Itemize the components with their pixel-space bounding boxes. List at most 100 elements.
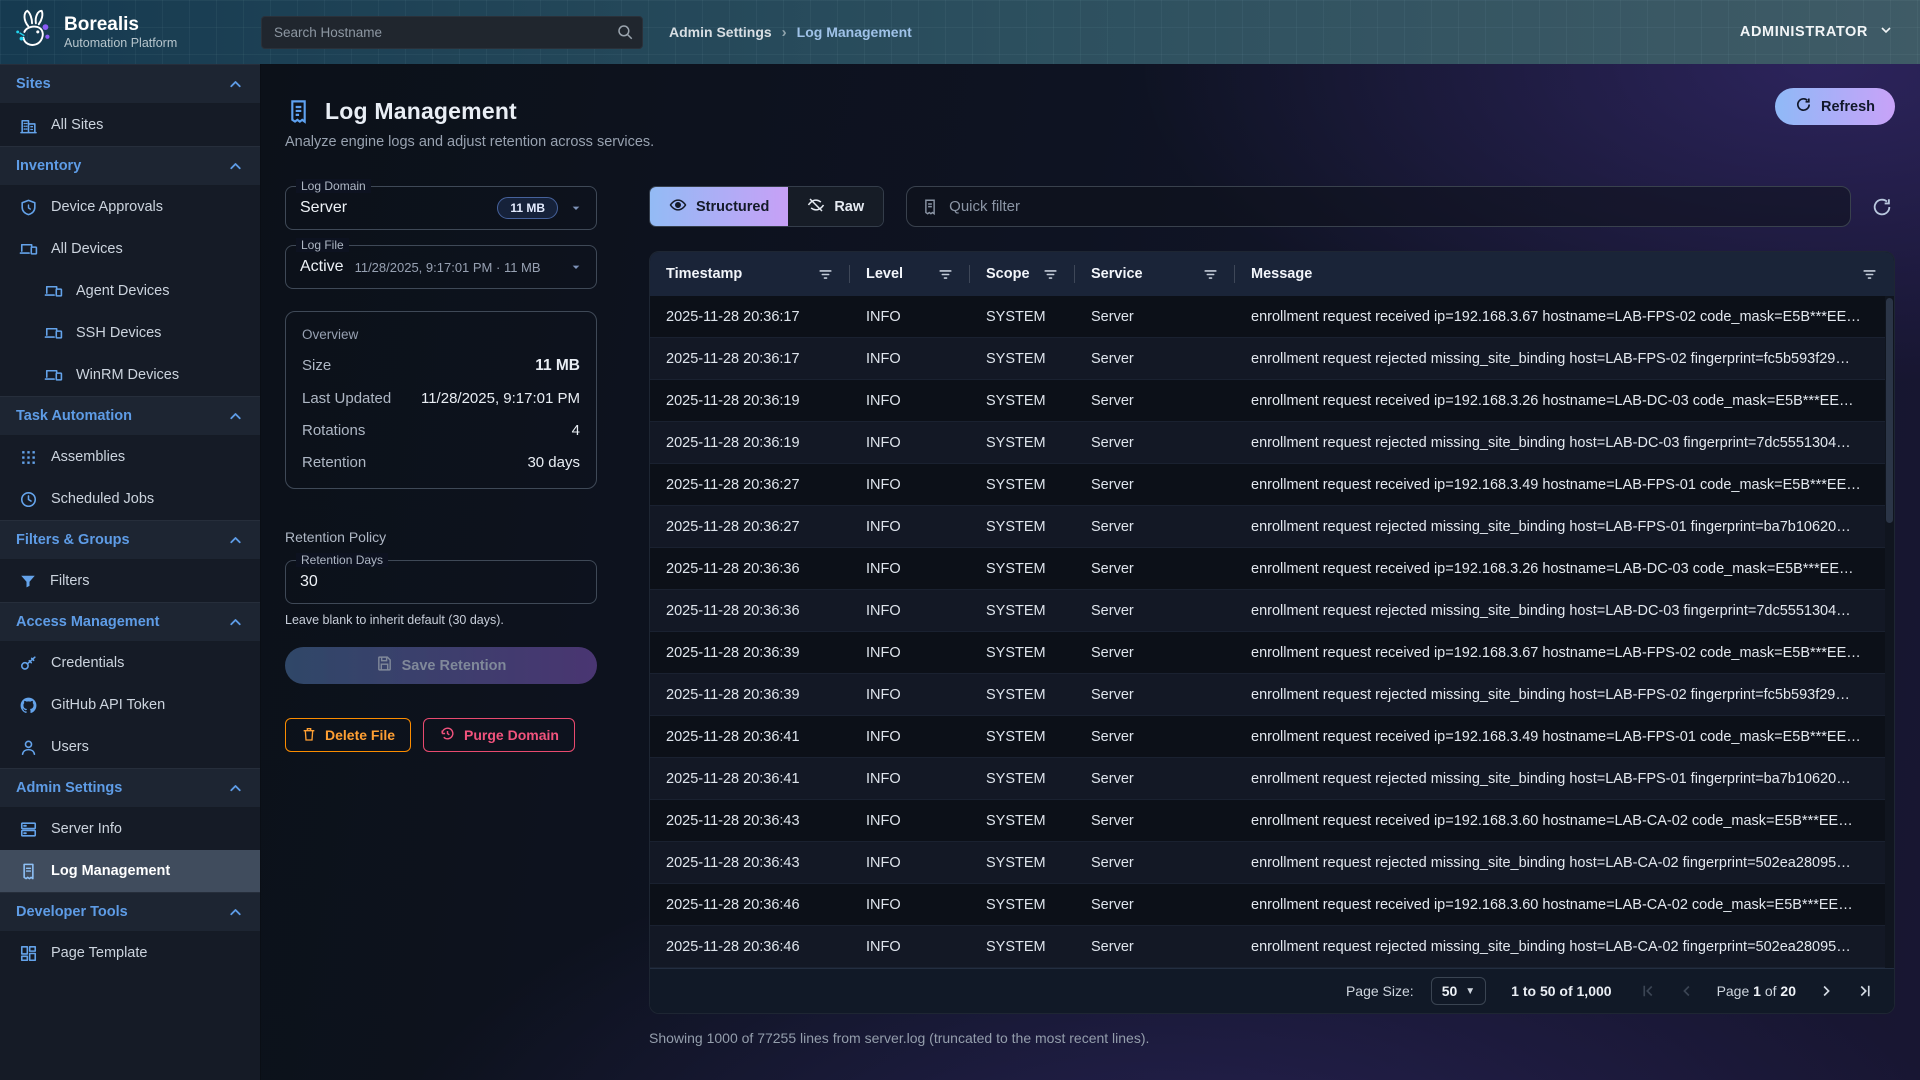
log-row: 2025-11-28 20:36:46 INFO SYSTEM Server e… (650, 926, 1894, 968)
retention-days-field: Retention Days (285, 560, 597, 604)
sidebar-section-access-management[interactable]: Access Management (0, 602, 260, 642)
sidebar-item-log-management[interactable]: Log Management (0, 850, 260, 892)
raw-view-button[interactable]: Raw (788, 187, 883, 226)
sidebar-item-server-info[interactable]: Server Info (0, 808, 260, 850)
log-domain-label: Log Domain (296, 179, 371, 193)
breadcrumb-admin-settings[interactable]: Admin Settings (669, 24, 772, 40)
filter-icon[interactable] (937, 266, 960, 283)
search-input[interactable] (261, 16, 643, 49)
cell-service: Server (1075, 380, 1235, 421)
row-range-text: 1 to 50 of 1,000 (1511, 983, 1611, 999)
borealis-rabbit-logo-icon (10, 7, 56, 58)
sidebar-item-all-devices[interactable]: All Devices (0, 228, 260, 270)
save-retention-button[interactable]: Save Retention (285, 647, 597, 684)
sidebar-item-filters[interactable]: Filters (0, 560, 260, 602)
page-size-select[interactable]: 50 ▼ (1431, 977, 1486, 1005)
sidebar-item-ssh-devices[interactable]: SSH Devices (0, 312, 260, 354)
section-label: Filters & Groups (16, 532, 130, 548)
scrollbar-thumb[interactable] (1886, 298, 1893, 523)
raw-label: Raw (834, 199, 864, 215)
sidebar-item-github-api-token[interactable]: GitHub API Token (0, 684, 260, 726)
sidebar-item-assemblies[interactable]: Assemblies (0, 436, 260, 478)
cell-level: INFO (850, 758, 970, 799)
first-page-button[interactable] (1637, 980, 1659, 1002)
clock-icon (19, 490, 38, 509)
column-header-level[interactable]: Level (850, 252, 970, 296)
log-icon (19, 862, 38, 881)
sidebar-item-page-template[interactable]: Page Template (0, 932, 260, 974)
table-body: 2025-11-28 20:36:17 INFO SYSTEM Server e… (650, 296, 1894, 968)
sidebar-item-users[interactable]: Users (0, 726, 260, 768)
cell-timestamp: 2025-11-28 20:36:46 (650, 926, 850, 967)
sidebar-item-scheduled-jobs[interactable]: Scheduled Jobs (0, 478, 260, 520)
column-header-service[interactable]: Service (1075, 252, 1235, 296)
column-header-scope[interactable]: Scope (970, 252, 1075, 296)
cell-message: enrollment request rejected missing_site… (1235, 338, 1894, 379)
column-header-message[interactable]: Message (1235, 252, 1894, 296)
cell-message: enrollment request rejected missing_site… (1235, 842, 1894, 883)
column-label: Timestamp (666, 266, 742, 282)
refresh-icon (1795, 96, 1812, 117)
purge-domain-button[interactable]: Purge Domain (423, 718, 575, 752)
sidebar-item-credentials[interactable]: Credentials (0, 642, 260, 684)
delete-file-button[interactable]: Delete File (285, 718, 411, 752)
column-header-timestamp[interactable]: Timestamp (650, 252, 850, 296)
previous-page-button[interactable] (1676, 980, 1698, 1002)
cell-service: Server (1075, 674, 1235, 715)
sidebar-section-filters-groups[interactable]: Filters & Groups (0, 520, 260, 560)
retention-days-input[interactable] (300, 573, 584, 591)
cell-level: INFO (850, 422, 970, 463)
cell-timestamp: 2025-11-28 20:36:43 (650, 800, 850, 841)
sidebar-section-inventory[interactable]: Inventory (0, 146, 260, 186)
cell-level: INFO (850, 590, 970, 631)
log-domain-select[interactable]: Log Domain Server 11 MB (285, 186, 597, 230)
cell-scope: SYSTEM (970, 716, 1075, 757)
filter-icon[interactable] (817, 266, 840, 283)
sidebar-section-task-automation[interactable]: Task Automation (0, 396, 260, 436)
sidebar-item-all-sites[interactable]: All Sites (0, 104, 260, 146)
cell-service: Server (1075, 296, 1235, 337)
brand-tagline: Automation Platform (64, 36, 177, 50)
filter-icon[interactable] (1042, 266, 1065, 283)
log-row: 2025-11-28 20:36:39 INFO SYSTEM Server e… (650, 632, 1894, 674)
overview-value: 30 days (527, 454, 580, 471)
refresh-button[interactable]: Refresh (1775, 88, 1895, 125)
log-row: 2025-11-28 20:36:27 INFO SYSTEM Server e… (650, 464, 1894, 506)
quick-filter-box (906, 186, 1851, 227)
user-menu[interactable]: ADMINISTRATOR (1740, 22, 1894, 42)
cell-scope: SYSTEM (970, 800, 1075, 841)
structured-view-button[interactable]: Structured (650, 187, 788, 226)
sidebar-section-admin-settings[interactable]: Admin Settings (0, 768, 260, 808)
quick-filter-input[interactable] (949, 198, 1836, 215)
next-page-button[interactable] (1815, 980, 1837, 1002)
cell-timestamp: 2025-11-28 20:36:17 (650, 296, 850, 337)
sidebar-item-device-approvals[interactable]: Device Approvals (0, 186, 260, 228)
delete-file-label: Delete File (325, 727, 395, 743)
sidebar-item-agent-devices[interactable]: Agent Devices (0, 270, 260, 312)
sidebar-section-sites[interactable]: Sites (0, 64, 260, 104)
cell-level: INFO (850, 716, 970, 757)
history-icon (439, 725, 456, 745)
table-refresh-icon[interactable] (1869, 194, 1895, 220)
sidebar-section-developer-tools[interactable]: Developer Tools (0, 892, 260, 932)
overview-value: 11 MB (535, 357, 580, 375)
log-file-select[interactable]: Log File Active 11/28/2025, 9:17:01 PM ·… (285, 245, 597, 289)
section-label: Admin Settings (16, 780, 122, 796)
key-icon (19, 654, 38, 673)
filter-icon[interactable] (1202, 266, 1225, 283)
breadcrumb-log-management[interactable]: Log Management (797, 24, 912, 40)
log-controls-panel: Log Domain Server 11 MB Log File Active … (285, 186, 597, 1046)
table-scrollbar[interactable] (1885, 296, 1894, 968)
cell-message: enrollment request rejected missing_site… (1235, 926, 1894, 967)
sidebar-item-label: WinRM Devices (76, 367, 179, 383)
filter-icon[interactable] (1861, 266, 1884, 283)
sidebar-item-winrm-devices[interactable]: WinRM Devices (0, 354, 260, 396)
log-viewer-panel: Structured Raw (649, 186, 1895, 1046)
table-footer-note: Showing 1000 of 77255 lines from server.… (649, 1030, 1895, 1046)
cell-timestamp: 2025-11-28 20:36:41 (650, 758, 850, 799)
column-label: Service (1091, 266, 1143, 282)
dashboard-icon (19, 944, 38, 963)
last-page-button[interactable] (1854, 980, 1876, 1002)
cell-level: INFO (850, 380, 970, 421)
section-label: Developer Tools (16, 904, 128, 920)
